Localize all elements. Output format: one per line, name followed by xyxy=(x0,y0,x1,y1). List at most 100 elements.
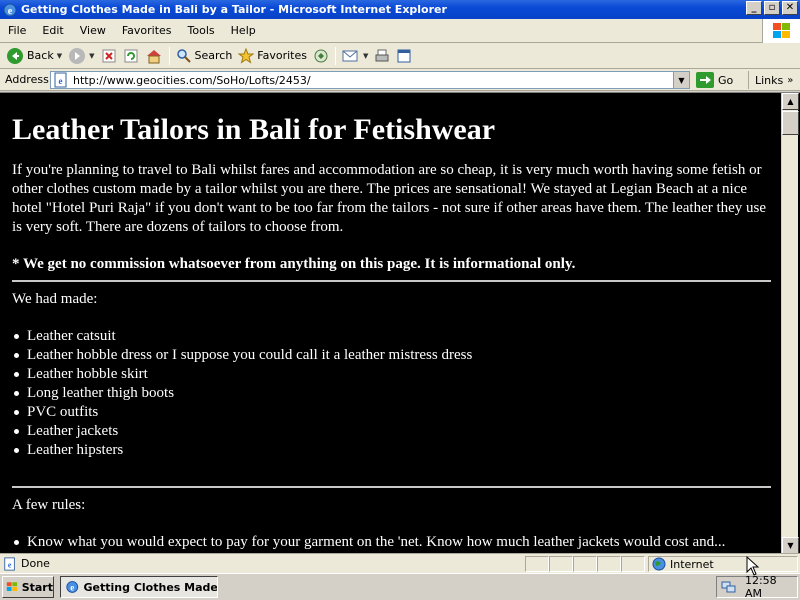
favorites-button[interactable]: Favorites xyxy=(235,45,310,67)
list-item: Leather jackets xyxy=(14,422,771,441)
list-item: Leather catsuit xyxy=(14,327,771,346)
title-bar: e Getting Clothes Made in Bali by a Tail… xyxy=(0,0,800,19)
status-panels xyxy=(525,556,645,572)
zone-label: Internet xyxy=(670,557,714,571)
back-arrow-icon xyxy=(7,47,23,64)
favorites-label: Favorites xyxy=(257,49,307,62)
mail-button[interactable]: ▼ xyxy=(339,45,371,67)
window-title: Getting Clothes Made in Bali by a Tailor… xyxy=(21,3,447,16)
print-button[interactable] xyxy=(371,45,393,67)
taskbar-window-label: Getting Clothes Made... xyxy=(83,580,217,594)
windows-flag-icon xyxy=(6,582,18,591)
mail-icon xyxy=(342,50,358,61)
system-tray: 12:58 AM xyxy=(716,574,798,600)
forward-button[interactable]: ▼ xyxy=(65,45,97,67)
address-input[interactable]: e http://www.geocities.com/SoHo/Lofts/24… xyxy=(50,71,690,89)
page-done-icon: e xyxy=(4,556,15,571)
divider xyxy=(12,280,771,282)
refresh-icon xyxy=(124,49,137,62)
vertical-scrollbar[interactable]: ▲ ▼ xyxy=(781,93,799,553)
close-button[interactable]: ✕ xyxy=(782,1,798,15)
back-label: Back xyxy=(27,49,54,62)
page-heading: Leather Tailors in Bali for Fetishwear xyxy=(12,113,496,146)
ie-icon: e xyxy=(66,581,79,593)
taskbar: Start e Getting Clothes Made... 12:58 AM xyxy=(0,573,800,600)
scroll-up-button[interactable]: ▲ xyxy=(782,93,799,110)
minimize-button[interactable]: _ xyxy=(746,1,762,15)
rules-heading: A few rules: xyxy=(12,497,86,513)
links-toolbar[interactable]: Links » xyxy=(748,71,793,89)
forward-arrow-icon xyxy=(69,47,86,64)
menu-edit[interactable]: Edit xyxy=(34,24,71,37)
list-item: Leather hobble skirt xyxy=(14,365,771,384)
menu-view[interactable]: View xyxy=(72,24,114,37)
svg-text:e: e xyxy=(70,583,74,593)
search-button[interactable]: Search xyxy=(173,45,236,67)
go-button[interactable]: Go xyxy=(696,71,733,89)
standard-toolbar: Back ▼ ▼ Search Favorites ▼ xyxy=(0,43,800,69)
go-arrow-icon xyxy=(696,72,714,88)
star-icon xyxy=(238,47,255,64)
start-label: Start xyxy=(21,580,53,594)
scroll-thumb[interactable] xyxy=(782,111,799,135)
items-list: Leather catsuit Leather hobble dress or … xyxy=(12,327,771,460)
status-bar: e Done Internet xyxy=(0,553,800,573)
address-dropdown-icon[interactable]: ▼ xyxy=(673,72,689,88)
status-panel xyxy=(573,556,597,572)
back-dropdown-icon[interactable]: ▼ xyxy=(57,52,62,60)
back-button[interactable]: Back ▼ xyxy=(3,45,65,67)
page-icon: e xyxy=(54,72,67,88)
menu-file[interactable]: File xyxy=(0,24,34,37)
refresh-button[interactable] xyxy=(120,45,142,67)
edit-page-icon xyxy=(397,49,411,62)
network-icon[interactable] xyxy=(721,579,737,595)
ie-icon: e xyxy=(3,3,17,17)
rules-list: Know what you would expect to pay for yo… xyxy=(12,533,771,552)
address-label: Address xyxy=(5,73,49,86)
list-item: PVC outfits xyxy=(14,403,771,422)
home-button[interactable] xyxy=(142,45,166,67)
edit-button[interactable] xyxy=(393,45,415,67)
media-button[interactable] xyxy=(310,45,332,67)
svg-text:e: e xyxy=(8,560,12,569)
menu-help[interactable]: Help xyxy=(223,24,264,37)
printer-icon xyxy=(375,49,389,61)
page-content: Leather Tailors in Bali for Fetishwear I… xyxy=(2,93,781,553)
scroll-down-button[interactable]: ▼ xyxy=(782,537,799,553)
status-panel xyxy=(525,556,549,572)
stop-button[interactable] xyxy=(98,45,120,67)
maximize-button[interactable]: ▫ xyxy=(764,1,780,15)
svg-text:e: e xyxy=(59,76,63,86)
status-panel xyxy=(597,556,621,572)
list-item: Long leather thigh boots xyxy=(14,384,771,403)
chevron-right-icon: » xyxy=(787,74,794,86)
start-button[interactable]: Start xyxy=(2,576,54,598)
toolbar-separator xyxy=(335,46,336,65)
clock: 12:58 AM xyxy=(744,574,777,600)
address-url: http://www.geocities.com/SoHo/Lofts/2453… xyxy=(73,73,311,87)
forward-dropdown-icon[interactable]: ▼ xyxy=(89,52,94,60)
menu-tools[interactable]: Tools xyxy=(180,24,223,37)
links-label: Links xyxy=(755,73,784,87)
menu-favorites[interactable]: Favorites xyxy=(114,24,180,37)
status-panel xyxy=(549,556,573,572)
menu-bar: File Edit View Favorites Tools Help xyxy=(0,19,800,43)
media-icon xyxy=(314,49,328,62)
home-icon xyxy=(146,49,161,63)
list-item: Leather hobble dress or I suppose you co… xyxy=(14,346,771,365)
status-panel xyxy=(621,556,645,572)
windows-flag-icon xyxy=(772,23,790,38)
windows-logo xyxy=(762,19,800,43)
mouse-cursor-icon xyxy=(746,556,760,576)
svg-text:e: e xyxy=(8,6,13,17)
list-item: Know what you would expect to pay for yo… xyxy=(14,533,771,552)
search-icon xyxy=(176,48,191,63)
intro-paragraph: If you're planning to travel to Bali whi… xyxy=(12,162,767,235)
globe-icon xyxy=(652,557,666,571)
mail-dropdown-icon[interactable]: ▼ xyxy=(363,52,368,60)
search-label: Search xyxy=(194,49,233,62)
taskbar-window-button[interactable]: e Getting Clothes Made... xyxy=(60,576,218,598)
divider xyxy=(12,486,771,488)
stop-icon xyxy=(102,49,115,62)
security-zone[interactable]: Internet xyxy=(648,556,798,572)
